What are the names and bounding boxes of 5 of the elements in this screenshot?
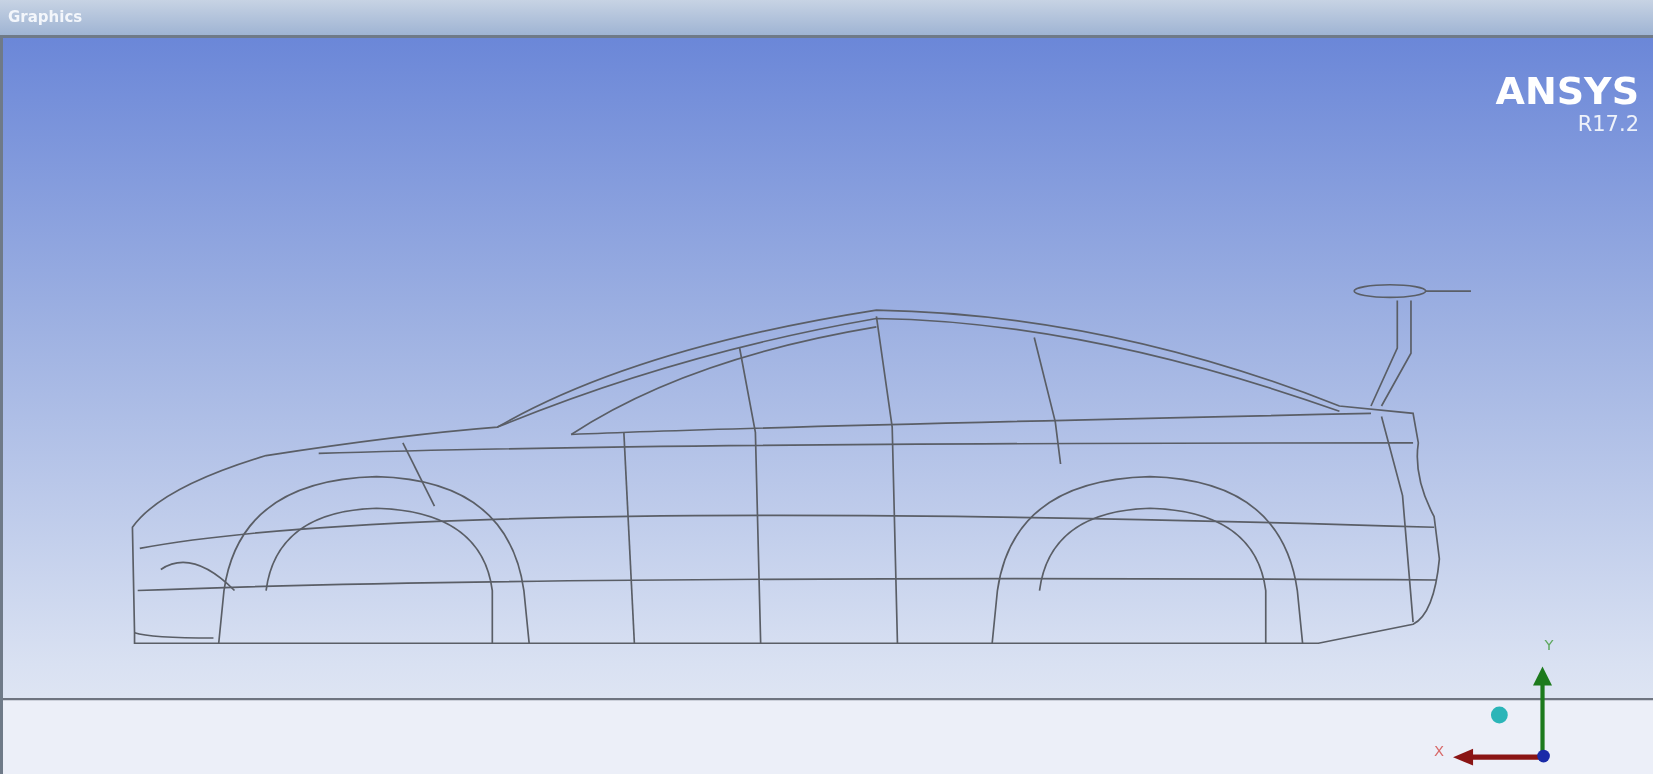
version-label: R17.2 <box>1577 114 1639 135</box>
x-axis-label: X <box>1434 742 1445 760</box>
logo-name: ANSYS <box>1495 72 1639 110</box>
window-title: Graphics <box>8 7 83 29</box>
y-axis-label: Y <box>1544 635 1554 653</box>
